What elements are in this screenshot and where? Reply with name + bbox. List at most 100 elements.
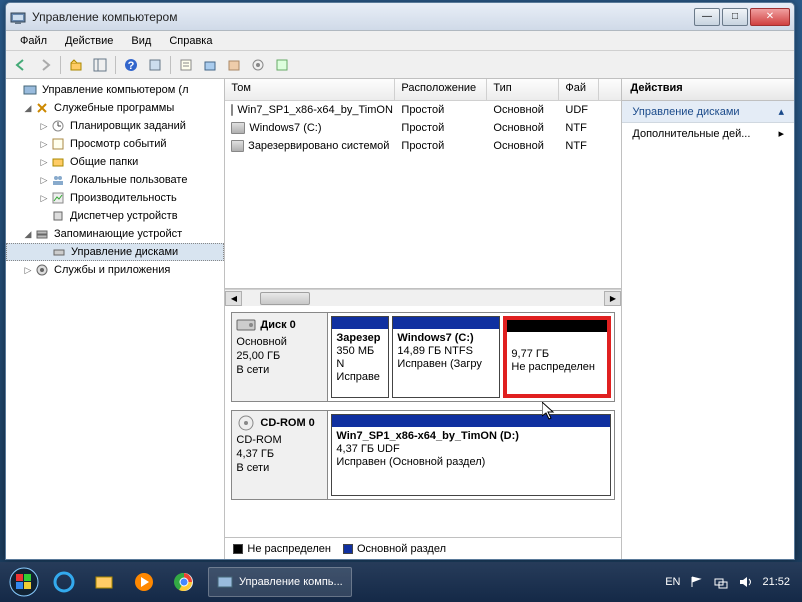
taskbar-wmp-icon[interactable] [125,566,163,598]
up-button[interactable] [65,54,87,76]
disk-type: Основной [236,335,323,349]
refresh-button[interactable] [144,54,166,76]
back-button[interactable] [10,54,32,76]
part-size: 350 МБ N [336,345,374,370]
part-size: 4,37 ГБ UDF [336,443,399,455]
lang-indicator[interactable]: EN [665,576,680,588]
menu-file[interactable]: Файл [12,33,55,49]
legend-swatch-primary [343,544,353,554]
taskbar-active-task[interactable]: Управление компь... [208,567,352,597]
event-icon [50,136,66,152]
forward-button[interactable] [34,54,56,76]
close-button[interactable]: ✕ [750,8,790,26]
cdrom-info[interactable]: CD-ROM 0 CD-ROM 4,37 ГБ В сети [232,411,328,499]
tree-root-label: Управление компьютером (л [42,84,189,96]
vol-type: Основной [487,122,559,134]
volume-list[interactable]: Том Расположение Тип Фай Win7_SP1_x86-x6… [225,79,621,289]
tray-clock[interactable]: 21:52 [762,576,790,588]
help-button[interactable]: ? [120,54,142,76]
disk-status: В сети [236,363,323,377]
vol-fs: NTF [559,122,599,134]
toolbar-icon-a[interactable] [199,54,221,76]
vol-row[interactable]: Win7_SP1_x86-x64_by_TimON (D:) Простой О… [225,101,621,119]
tree-services[interactable]: ▷ Службы и приложения [6,261,224,279]
vol-name: Зарезервировано системой [248,140,389,152]
properties-button[interactable] [175,54,197,76]
disk-graphic-pane[interactable]: Диск 0 Основной 25,00 ГБ В сети Зарезер3… [225,306,621,537]
window-title: Управление компьютером [32,10,694,24]
col-fs[interactable]: Фай [559,79,599,100]
tree-diskmgmt[interactable]: Управление дисками [6,243,224,261]
tree-eventvwr[interactable]: ▷ Просмотр событий [6,135,224,153]
tray-flag-icon[interactable] [690,575,704,589]
disk-title: CD-ROM 0 [260,417,314,429]
scroll-thumb[interactable] [260,292,310,305]
taskbar-ie-icon[interactable] [45,566,83,598]
tree-system-tools[interactable]: ◢ Служебные программы [6,99,224,117]
tree-storage[interactable]: ◢ Запоминающие устройст [6,225,224,243]
vol-type: Основной [487,140,559,152]
disk0-info[interactable]: Диск 0 Основной 25,00 ГБ В сети [232,313,328,401]
system-tray[interactable]: EN 21:52 [665,575,798,589]
disk-size: 4,37 ГБ [236,447,323,461]
scroll-right-arrow[interactable]: ▶ [604,291,621,306]
disk0-part-c[interactable]: Windows7 (C:)14,89 ГБ NTFSИсправен (Загр… [392,316,500,398]
tree-users[interactable]: ▷ Локальные пользовате [6,171,224,189]
menu-help[interactable]: Справка [161,33,220,49]
titlebar[interactable]: Управление компьютером — □ ✕ [6,3,794,31]
tree-pane[interactable]: Управление компьютером (л ◢ Служебные пр… [6,79,225,559]
col-layout[interactable]: Расположение [395,79,487,100]
tree-shared[interactable]: ▷ Общие папки [6,153,224,171]
menu-view[interactable]: Вид [123,33,159,49]
action-label: Дополнительные дей... [632,128,750,140]
tray-volume-icon[interactable] [738,575,752,589]
start-button[interactable] [4,566,44,598]
show-tree-button[interactable] [89,54,111,76]
vol-type: Основной [487,104,559,116]
disk0-part-reserved[interactable]: Зарезер350 МБ NИсправе [331,316,389,398]
taskbar-explorer-icon[interactable] [85,566,123,598]
disk-status: В сети [236,461,323,475]
computer-mgmt-icon [10,9,26,25]
tree-label: Служебные программы [54,102,174,114]
vol-row[interactable]: Зарезервировано системой Простой Основно… [225,137,621,155]
taskbar[interactable]: Управление компь... EN 21:52 [0,562,802,602]
toolbar-icon-d[interactable] [271,54,293,76]
maximize-button[interactable]: □ [722,8,748,26]
tree-label: Производительность [70,192,177,204]
minimize-button[interactable]: — [694,8,720,26]
tree-label: Службы и приложения [54,264,170,276]
taskbar-chrome-icon[interactable] [165,566,203,598]
menu-action[interactable]: Действие [57,33,121,49]
part-size: 14,89 ГБ NTFS [397,345,473,357]
vol-row[interactable]: Windows7 (C:) Простой Основной NTF [225,119,621,137]
vol-hscrollbar[interactable]: ◀ ▶ [225,289,621,306]
vol-layout: Простой [395,104,487,116]
tray-network-icon[interactable] [714,575,728,589]
legend-swatch-unalloc [233,544,243,554]
col-volume[interactable]: Том [225,79,395,100]
actions-diskmgmt[interactable]: Управление дисками ▴ [622,101,794,123]
part-name: Win7_SP1_x86-x64_by_TimON (D:) [336,430,519,442]
computer-icon [22,82,38,98]
actions-pane: Действия Управление дисками ▴ Дополнител… [622,79,794,559]
scroll-left-arrow[interactable]: ◀ [225,291,242,306]
col-type[interactable]: Тип [487,79,559,100]
part-status: Не распределен [511,361,595,373]
task-label: Управление компь... [239,576,343,588]
desktop: Управление компьютером — □ ✕ Файл Действ… [0,0,802,602]
tree-devmgr[interactable]: Диспетчер устройств [6,207,224,225]
clock-icon [50,118,66,134]
tree-perf[interactable]: ▷ Производительность [6,189,224,207]
tree-scheduler[interactable]: ▷ Планировщик заданий [6,117,224,135]
actions-more[interactable]: Дополнительные дей... ▸ [622,123,794,144]
tree-root[interactable]: Управление компьютером (л [6,81,224,99]
toolbar-icon-b[interactable] [223,54,245,76]
middle-pane: Том Расположение Тип Фай Win7_SP1_x86-x6… [225,79,622,559]
cdrom-part-d[interactable]: Win7_SP1_x86-x64_by_TimON (D:)4,37 ГБ UD… [331,414,611,496]
volume-icon [231,104,233,116]
disk-type: CD-ROM [236,433,323,447]
tree-label: Просмотр событий [70,138,167,150]
toolbar-icon-c[interactable] [247,54,269,76]
disk0-part-unallocated[interactable]: 9,77 ГБНе распределен [503,316,611,398]
